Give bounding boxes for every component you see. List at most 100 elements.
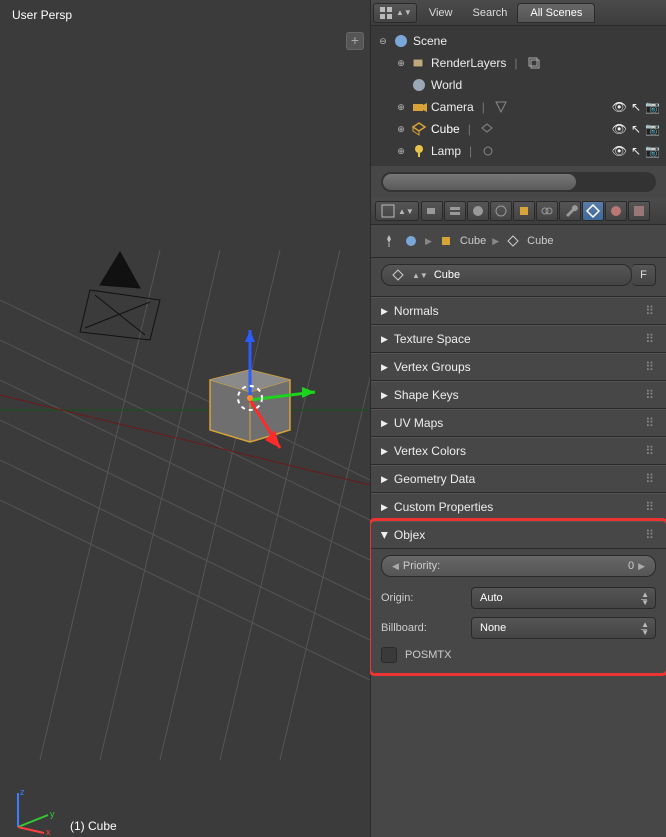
panel-custom-properties[interactable]: ▶Custom Properties⠿ [371, 493, 666, 521]
mesh-object-icon [411, 121, 427, 137]
panel-normals[interactable]: ▶Normals⠿ [371, 297, 666, 325]
panel-uv-maps[interactable]: ▶UV Maps⠿ [371, 409, 666, 437]
outliner-tree[interactable]: ⊖ Scene ⊕ RenderLayers | World ⊕ Camera … [371, 26, 666, 166]
outliner-scene[interactable]: ⊖ Scene [377, 30, 660, 52]
cursor-icon: ↖ [631, 144, 641, 158]
object-bc-icon [438, 233, 454, 249]
chevron-right-icon[interactable]: ▶ [638, 561, 645, 572]
panel-shape-keys[interactable]: ▶Shape Keys⠿ [371, 381, 666, 409]
chevron-left-icon[interactable]: ◀ [392, 561, 399, 572]
outliner-scrollbar[interactable] [381, 172, 656, 192]
layers-dup-icon [526, 55, 542, 71]
lamp-data-icon [480, 143, 496, 159]
outliner-menu-view[interactable]: View [419, 7, 463, 19]
billboard-select[interactable]: None ▲▼ [471, 617, 656, 639]
outliner-lamp[interactable]: ⊕ Lamp | 👁↖📷 [377, 140, 660, 162]
editor-type-button[interactable]: ▲▼ [373, 3, 417, 23]
eye-icon: 👁 [612, 100, 627, 114]
tab-world[interactable] [490, 201, 512, 221]
wrench-icon [562, 203, 578, 219]
breadcrumb-object[interactable]: Cube [460, 235, 486, 247]
outliner-menu-search[interactable]: Search [463, 7, 518, 19]
panel-vertex-colors[interactable]: ▶Vertex Colors⠿ [371, 437, 666, 465]
updown-icon: ▲▼ [641, 621, 649, 637]
eye-icon: 👁 [612, 144, 627, 158]
grip-icon[interactable]: ⠿ [645, 388, 656, 402]
grip-icon[interactable]: ⠿ [645, 332, 656, 346]
panel-vertex-groups[interactable]: ▶Vertex Groups⠿ [371, 353, 666, 381]
tab-texture[interactable] [628, 201, 650, 221]
svg-text:y: y [50, 809, 55, 819]
expand-icon[interactable]: ⊕ [395, 145, 407, 157]
outliner-camera[interactable]: ⊕ Camera | 👁↖📷 [377, 96, 660, 118]
panel-objex-body: ◀ Priority: 0 ▶ Origin: Auto ▲▼ Billboar… [371, 549, 666, 673]
properties-header: ▲▼ [371, 198, 666, 225]
outliner-icon [378, 5, 394, 21]
mesh-data-tab-icon [585, 203, 601, 219]
outliner-world[interactable]: World [377, 74, 660, 96]
grip-icon[interactable]: ⠿ [645, 304, 656, 318]
object-tab-icon [516, 203, 532, 219]
billboard-label: Billboard: [381, 622, 471, 634]
world-icon [411, 77, 427, 93]
tab-modifiers[interactable] [559, 201, 581, 221]
fake-user-button[interactable]: F [632, 264, 656, 286]
svg-text:x: x [46, 827, 51, 835]
tab-constraints[interactable] [536, 201, 558, 221]
panel-texture-space[interactable]: ▶Texture Space⠿ [371, 325, 666, 353]
camera-icon [424, 203, 440, 219]
scene-tab-icon [470, 203, 486, 219]
posmtx-label: POSMTX [405, 649, 451, 661]
objex-highlight-box: ▶Objex⠿ ◀ Priority: 0 ▶ Origin: Auto ▲▼ [371, 521, 666, 673]
panel-objex[interactable]: ▶Objex⠿ [371, 521, 666, 549]
datablock-breadcrumb: ▶ Cube ▶ Cube [371, 225, 666, 258]
properties-context-tabs [421, 201, 650, 221]
updown-icon: ▲▼ [641, 591, 649, 607]
chevron-right-icon: ▶ [425, 236, 432, 247]
disclose-icon[interactable]: ⊖ [377, 35, 389, 47]
outliner-renderlayers[interactable]: ⊕ RenderLayers | [377, 52, 660, 74]
outliner-filter-tab[interactable]: All Scenes [517, 3, 595, 23]
editor-type-button[interactable]: ▲▼ [375, 201, 419, 221]
origin-label: Origin: [381, 592, 471, 604]
grip-icon[interactable]: ⠿ [645, 360, 656, 374]
pin-icon[interactable] [381, 233, 397, 249]
viewport-3d[interactable]: User Persp + [0, 0, 370, 837]
eye-icon: 👁 [612, 122, 627, 136]
origin-select[interactable]: Auto ▲▼ [471, 587, 656, 609]
grip-icon[interactable]: ⠿ [645, 500, 656, 514]
camera-restrict-icon: 📷 [645, 122, 660, 136]
restrict-icons[interactable]: 👁 ↖ 📷 [608, 144, 660, 158]
restrict-icons[interactable]: 👁↖📷 [608, 122, 660, 136]
expand-icon[interactable]: ⊕ [395, 57, 407, 69]
grip-icon[interactable]: ⠿ [645, 444, 656, 458]
panel-geometry-data[interactable]: ▶Geometry Data⠿ [371, 465, 666, 493]
viewport-canvas[interactable] [0, 0, 370, 780]
breadcrumb-data[interactable]: Cube [527, 235, 553, 247]
axis-gizmo-icon: z y x [6, 785, 56, 835]
priority-number-input[interactable]: ◀ Priority: 0 ▶ [381, 555, 656, 577]
layers-icon [447, 203, 463, 219]
tab-data[interactable] [582, 201, 604, 221]
expand-icon[interactable]: ⊕ [395, 123, 407, 135]
grip-icon[interactable]: ⠿ [645, 416, 656, 430]
mesh-bc-icon [505, 233, 521, 249]
posmtx-checkbox[interactable] [381, 647, 397, 663]
chain-icon [539, 203, 555, 219]
tab-object[interactable] [513, 201, 535, 221]
tab-renderlayers[interactable] [444, 201, 466, 221]
camera-restrict-icon: 📷 [645, 144, 660, 158]
tab-material[interactable] [605, 201, 627, 221]
texture-icon [631, 203, 647, 219]
layers-icon [411, 55, 427, 71]
grip-icon[interactable]: ⠿ [645, 528, 656, 542]
outliner-cube[interactable]: ⊕ Cube | 👁↖📷 [377, 118, 660, 140]
restrict-icons[interactable]: 👁↖📷 [608, 100, 660, 114]
datablock-name-input[interactable]: ▲▼ Cube [381, 264, 632, 286]
viewport-status: (1) Cube [70, 819, 117, 833]
material-icon [608, 203, 624, 219]
tab-render[interactable] [421, 201, 443, 221]
expand-icon[interactable]: ⊕ [395, 101, 407, 113]
grip-icon[interactable]: ⠿ [645, 472, 656, 486]
tab-scene[interactable] [467, 201, 489, 221]
